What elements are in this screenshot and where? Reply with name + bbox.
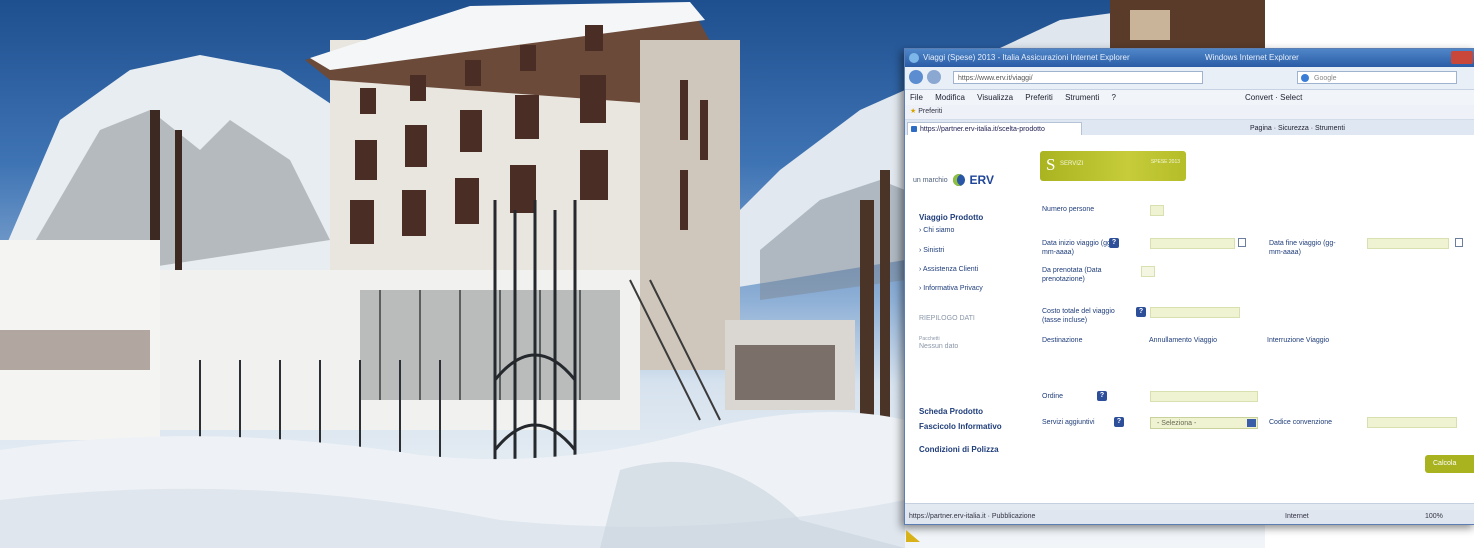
start-date-calendar-icon[interactable] <box>1238 238 1246 247</box>
page-favicon-icon <box>911 126 917 132</box>
persons-label: Numero persone <box>1042 206 1095 213</box>
end-date-input[interactable] <box>1367 238 1449 249</box>
sidebar-sub-caption: Pacchetti <box>919 336 940 342</box>
trip-cost-input[interactable] <box>1150 307 1240 318</box>
logo-name: ERV <box>969 173 995 187</box>
order-help-icon[interactable]: ? <box>1097 391 1107 401</box>
back-arrow-icon[interactable] <box>909 70 923 84</box>
search-placeholder: Google <box>1314 75 1337 82</box>
status-text: https://partner.erv-italia.it · Pubblica… <box>909 513 1036 520</box>
banner-side-text: SPESE 2013 <box>1150 159 1180 165</box>
booking-date-input[interactable] <box>1141 266 1155 277</box>
search-input[interactable]: Google <box>1297 71 1457 84</box>
sidebar-sub-item: Nessun dato <box>919 343 959 350</box>
calculate-button[interactable]: Calcola <box>1425 455 1474 473</box>
menu-bar: File Modifica Visualizza Preferiti Strum… <box>905 90 1474 105</box>
window-title-right: Windows Internet Explorer <box>1205 53 1299 62</box>
agreement-code-input[interactable] <box>1367 417 1457 428</box>
sidebar-item-support[interactable]: Assistenza Clienti <box>919 266 978 273</box>
booking-date-label: Da prenotata (Data prenotazione) <box>1042 267 1102 283</box>
tab-title: https://partner.erv-italia.it/scelta-pro… <box>920 126 1045 133</box>
favorites-label[interactable]: Preferiti <box>918 108 942 115</box>
extra-services-help-icon[interactable]: ? <box>1114 417 1124 427</box>
erv-logo: un marchio ERV <box>913 173 994 187</box>
window-titlebar: Viaggi (Spese) 2013 - Italia Assicurazio… <box>905 49 1474 67</box>
order-label: Ordine <box>1042 393 1064 400</box>
menu-edit[interactable]: Modifica <box>935 93 965 102</box>
sidebar-item-privacy[interactable]: Informativa Privacy <box>919 285 983 292</box>
menu-view[interactable]: Visualizza <box>977 93 1013 102</box>
trip-cost-help-icon[interactable]: ? <box>1136 307 1146 317</box>
address-bar: https://www.erv.it/viaggi/ Google <box>905 67 1474 90</box>
sidebar-item-about[interactable]: Chi siamo <box>919 227 954 234</box>
sidebar-item-claims[interactable]: Sinistri <box>919 247 944 254</box>
trip-cost-label: Costo totale del viaggio (tasse incluse) <box>1042 308 1115 324</box>
status-zoom[interactable]: 100% <box>1425 510 1443 524</box>
forward-arrow-icon[interactable] <box>927 70 941 84</box>
extra-services-selected: - Seleziona - <box>1157 420 1197 427</box>
url-input[interactable]: https://www.erv.it/viaggi/ <box>953 71 1203 84</box>
sidebar-policy-terms[interactable]: Condizioni di Polizza <box>919 445 999 454</box>
menu-favorites[interactable]: Preferiti <box>1025 93 1053 102</box>
ie-logo-icon <box>909 53 919 63</box>
menu-file[interactable]: File <box>910 93 923 102</box>
window-title: Viaggi (Spese) 2013 - Italia Assicurazio… <box>923 53 1130 62</box>
product-banner: S SERVIZI SPESE 2013 <box>1040 151 1186 181</box>
start-date-help-icon[interactable]: ? <box>1109 238 1119 248</box>
horizontal-scrollbar[interactable] <box>905 503 1474 510</box>
sidebar-product-sheet[interactable]: Scheda Prodotto <box>919 407 983 416</box>
destination-label: Destinazione <box>1042 337 1083 344</box>
menu-help[interactable]: ? <box>1112 93 1116 102</box>
chevron-down-icon[interactable] <box>1247 419 1256 427</box>
end-date-calendar-icon[interactable] <box>1455 238 1463 247</box>
banner-text: SERVIZI <box>1060 161 1084 167</box>
google-icon <box>1301 74 1309 82</box>
destination-col-cancel: Annullamento Viaggio <box>1149 337 1217 344</box>
destination-col-interrupt: Interruzione Viaggio <box>1267 337 1330 344</box>
active-tab[interactable]: https://partner.erv-italia.it/scelta-pro… <box>907 122 1082 135</box>
order-input[interactable] <box>1150 391 1258 402</box>
menu-tools[interactable]: Strumenti <box>1065 93 1099 102</box>
favorites-star-icon[interactable]: ★ <box>910 108 916 115</box>
sidebar-section-summary: RIEPILOGO DATI <box>919 315 975 322</box>
browser-window: Viaggi (Spese) 2013 - Italia Assicurazio… <box>904 48 1474 525</box>
erv-logo-icon <box>952 174 965 186</box>
extra-services-select[interactable]: - Seleziona - <box>1150 417 1258 429</box>
menu-convert[interactable]: Convert · Select <box>1245 90 1302 105</box>
command-bar[interactable]: Pagina · Sicurezza · Strumenti <box>1250 122 1345 135</box>
status-zone: Internet <box>1285 513 1309 520</box>
extra-services-label: Servizi aggiuntivi <box>1042 419 1095 426</box>
sidebar-info-booklet[interactable]: Fascicolo Informativo <box>919 422 1002 431</box>
corner-accent <box>906 530 920 542</box>
close-window-button[interactable] <box>1451 51 1473 64</box>
agreement-code-label: Codice convenzione <box>1269 419 1333 426</box>
banner-letter: S <box>1046 155 1056 174</box>
favorites-bar: ★ Preferiti <box>905 105 1474 120</box>
end-date-label: Data fine viaggio (gg-mm-aaaa) <box>1269 240 1336 256</box>
sidebar-title[interactable]: Viaggio Prodotto <box>919 213 983 222</box>
page-content: un marchio ERV S SERVIZI SPESE 2013 Viag… <box>905 135 1474 503</box>
status-bar: https://partner.erv-italia.it · Pubblica… <box>905 510 1474 524</box>
persons-input[interactable] <box>1150 205 1164 216</box>
logo-prefix: un marchio <box>913 176 948 184</box>
start-date-input[interactable] <box>1150 238 1235 249</box>
